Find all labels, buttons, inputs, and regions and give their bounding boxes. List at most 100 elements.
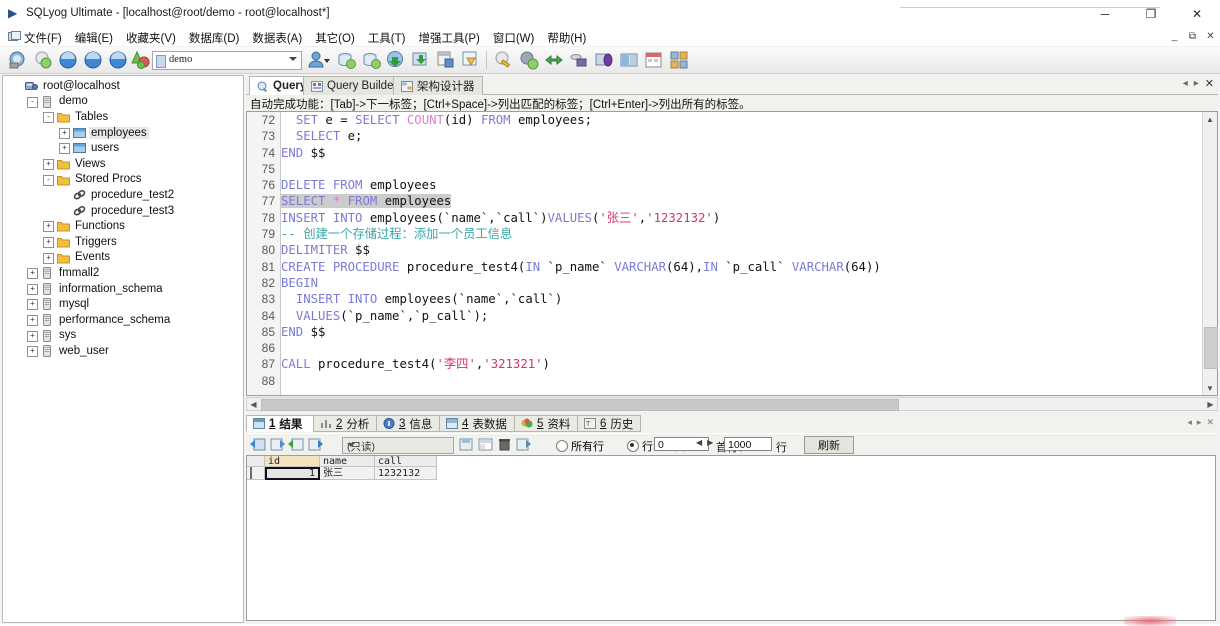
code-line[interactable]: CREATE PROCEDURE procedure_test4(IN `p_n… [281,259,1202,275]
grid-cell-call[interactable]: 1232132 [375,467,437,480]
open-query-icon[interactable] [83,50,103,70]
visual-diff-icon[interactable] [619,50,639,70]
export-grid-icon[interactable] [477,437,494,452]
row-limit-input[interactable]: 1000 [724,437,772,451]
new-query-tab-icon[interactable] [58,50,78,70]
result-grid[interactable]: id name call 1 张三 1232132 [246,455,1216,621]
grid-row[interactable]: 1 张三 1232132 [247,467,1215,480]
code-line[interactable]: DELETE FROM employees [281,177,1202,193]
save-changes-icon[interactable] [458,437,475,452]
scroll-up-icon[interactable]: ▲ [1203,112,1217,126]
radio-all-rows[interactable]: 所有行 [556,438,604,454]
update-row-icon[interactable] [288,437,305,452]
mdi-restore-button[interactable]: ⧉ [1187,31,1198,42]
tree-expander[interactable]: + [43,158,54,170]
refresh-grid-icon[interactable] [515,437,532,452]
user-manager-dropdown-icon[interactable] [322,50,332,70]
tree-expander[interactable]: - [27,96,38,108]
sync-data-icon[interactable] [544,50,564,70]
scroll-down-icon[interactable]: ▼ [1203,381,1217,395]
result-tab-2[interactable]: 2 分析 [313,415,377,432]
duplicate-row-icon[interactable] [269,437,286,452]
grid-column-header[interactable]: id [265,456,320,467]
result-tab-4[interactable]: 4 表数据 [439,415,515,432]
code-line[interactable] [281,373,1202,380]
tree-expander[interactable]: + [59,127,70,139]
spinner-prev-icon[interactable]: ◀ [696,438,702,447]
row-checkbox[interactable] [250,467,252,479]
grid-cell-name[interactable]: 张三 [320,467,375,480]
tree-node-performance-schema[interactable]: + performance_schema [3,312,243,328]
result-tab-6[interactable]: T 6 历史 [577,415,641,432]
sql-formatter-icon[interactable] [494,50,514,70]
code-line[interactable]: SET e = SELECT COUNT(id) FROM employees; [281,112,1202,128]
tab-scroll-left-icon[interactable]: ◂ [1183,78,1188,89]
tree-expander[interactable]: + [27,268,38,280]
tree-node-mysql[interactable]: + mysql [3,296,243,312]
refresh-button[interactable]: 刷新 [804,436,854,454]
code-line[interactable]: SELECT e; [281,128,1202,144]
tree-node-triggers[interactable]: + Triggers [3,234,243,250]
tree-expander[interactable]: + [27,330,38,342]
menu-tools[interactable]: 工具(T) [368,30,406,46]
spinner-next-icon[interactable]: ▶ [707,438,713,447]
save-query-icon[interactable] [108,50,128,70]
code-line[interactable]: VALUES(`p_name`,`p_call`); [281,308,1202,324]
result-tab-scroll-left-icon[interactable]: ◂ [1187,417,1192,428]
code-line[interactable]: BEGIN [281,275,1202,291]
scroll-right-icon[interactable]: ▶ [1204,398,1217,410]
grid-select-all-cell[interactable] [247,456,265,467]
backup-database-icon[interactable] [386,50,406,70]
refresh-object-icon[interactable] [33,50,53,70]
menu-file[interactable]: 文件(F) [24,30,62,46]
grid-column-header[interactable]: name [320,456,375,467]
menu-help[interactable]: 帮助(H) [547,30,586,46]
scheduler-icon[interactable] [644,50,664,70]
menu-other[interactable]: 其它(O) [315,30,355,46]
maximize-button[interactable]: ❐ [1128,0,1174,28]
tree-node-sys[interactable]: + sys [3,328,243,344]
tree-expander[interactable]: + [43,252,54,264]
horizontal-scroll-thumb[interactable] [261,399,899,411]
result-tab-3[interactable]: 3 信息 [376,415,440,432]
tree-expander[interactable]: + [43,236,54,248]
tree-expander[interactable]: - [43,112,54,124]
code-line[interactable] [281,340,1202,356]
result-tab-close-icon[interactable]: ✕ [1206,417,1214,428]
tree-node-root-localhost[interactable]: root@localhost [3,78,243,94]
tab-scroll-right-icon[interactable]: ▸ [1194,78,1199,89]
tree-node-procedure-test2[interactable]: procedure_test2 [3,187,243,203]
code-line[interactable]: SELECT * FROM employees [281,193,1202,209]
tree-expander[interactable]: + [27,346,38,358]
new-connection-icon[interactable] [8,50,28,70]
row-checkbox-cell[interactable] [247,467,265,480]
query-builder-icon[interactable] [461,50,481,70]
delete-row-icon[interactable] [496,437,513,452]
menu-window[interactable]: 窗口(W) [493,30,535,46]
menu-favorites[interactable]: 收藏夹(V) [126,30,176,46]
database-selector[interactable]: demo [152,51,302,70]
tree-node-demo[interactable]: - demo [3,94,243,110]
restore-database-icon[interactable] [411,50,431,70]
insert-row-icon[interactable] [250,437,267,452]
code-line[interactable]: END $$ [281,145,1202,161]
editor-vertical-scrollbar[interactable]: ▲ ▼ [1202,112,1218,395]
code-line[interactable] [281,161,1202,177]
tunnel-icon[interactable] [569,50,589,70]
tree-expander[interactable]: + [43,221,54,233]
code-line[interactable]: -- 创建一个存储过程：添加一个员工信息 [281,226,1202,242]
menu-table[interactable]: 数据表(A) [252,30,302,46]
minimize-button[interactable]: ─ [1082,0,1128,28]
vertical-scroll-thumb[interactable] [1204,327,1218,369]
tree-node-users[interactable]: + users [3,140,243,156]
tree-expander[interactable]: + [27,314,38,326]
grid-mode-selector[interactable]: (只读) [342,437,454,454]
code-line[interactable]: DELIMITER $$ [281,242,1202,258]
close-tab-icon[interactable]: ✕ [1205,77,1214,90]
menu-database[interactable]: 数据库(D) [189,30,239,46]
tree-node-events[interactable]: + Events [3,250,243,266]
menu-powertools[interactable]: 增强工具(P) [418,30,479,46]
mdi-close-button[interactable]: ✕ [1205,31,1216,42]
editor-horizontal-scrollbar[interactable]: ◀ ▶ [246,397,1218,411]
tree-node-fmmall2[interactable]: + fmmall2 [3,265,243,281]
